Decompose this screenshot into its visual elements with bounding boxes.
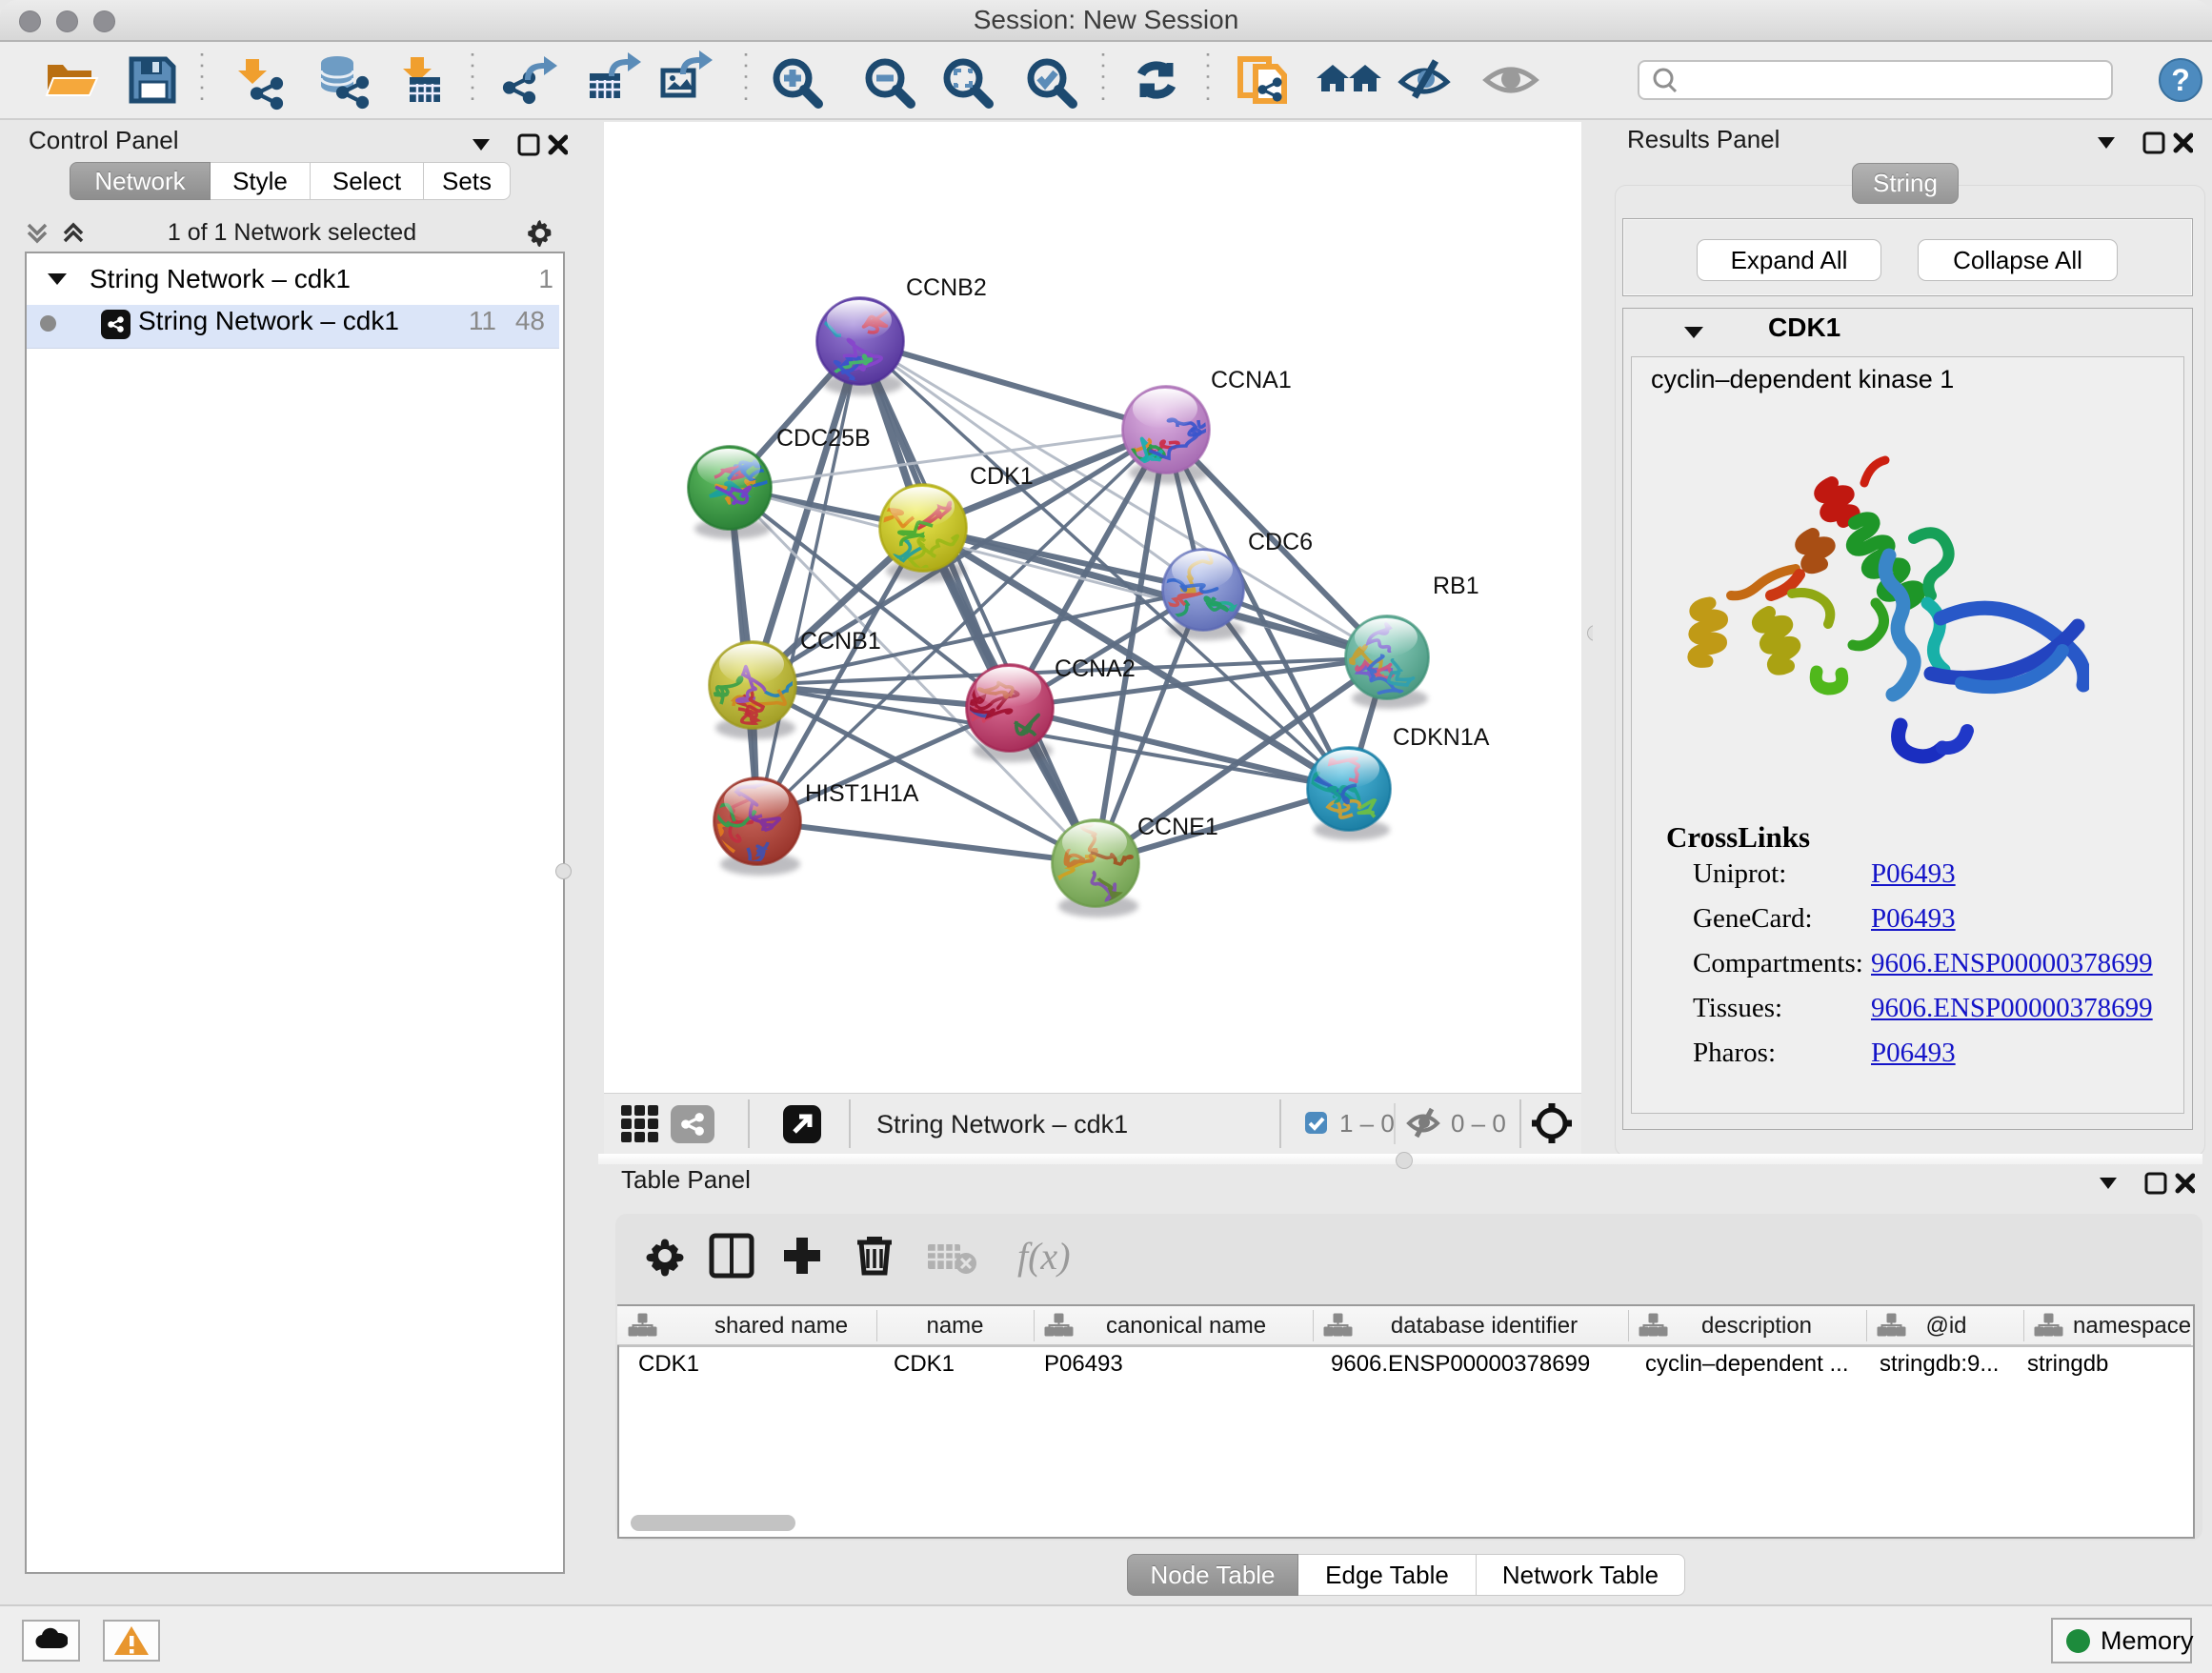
svg-text:0 – 0: 0 – 0	[1451, 1109, 1506, 1138]
svg-text:HIST1H1A: HIST1H1A	[805, 780, 919, 807]
svg-text:CCNB2: CCNB2	[906, 274, 987, 301]
svg-text:?: ?	[2171, 63, 2190, 97]
svg-text:CDKN1A: CDKN1A	[1393, 724, 1490, 751]
svg-text:CCNE1: CCNE1	[1137, 814, 1218, 840]
svg-text:CDK1: CDK1	[970, 463, 1034, 490]
svg-text:CCNA2: CCNA2	[1055, 655, 1136, 682]
svg-text:String Network – cdk1: String Network – cdk1	[876, 1110, 1128, 1139]
svg-text:RB1: RB1	[1433, 573, 1479, 599]
svg-text:CCNB1: CCNB1	[800, 628, 881, 655]
svg-text:CDC25B: CDC25B	[776, 425, 871, 452]
svg-text:CDC6: CDC6	[1248, 529, 1313, 555]
svg-text:f(x): f(x)	[1017, 1235, 1071, 1278]
svg-text:1 – 0: 1 – 0	[1339, 1109, 1395, 1138]
svg-text:CCNA1: CCNA1	[1211, 367, 1292, 393]
